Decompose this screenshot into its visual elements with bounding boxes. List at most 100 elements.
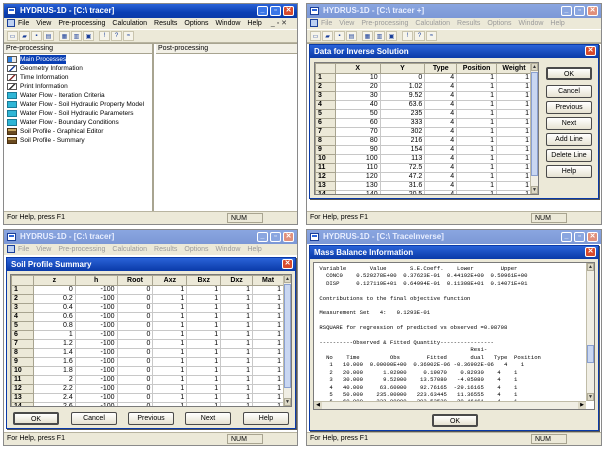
menu-options[interactable]: Options [184, 246, 208, 253]
table-cell[interactable]: 1 [186, 384, 222, 394]
previous-button[interactable]: Previous [128, 412, 174, 425]
maximize-icon[interactable]: ▫ [270, 6, 281, 16]
table-cell[interactable]: -100 [74, 357, 118, 367]
table-cell[interactable]: 1 [152, 357, 188, 367]
table-cell[interactable]: 4 [424, 190, 458, 194]
table-cell[interactable]: 0 [116, 330, 154, 340]
table-cell[interactable]: 1 [220, 294, 254, 304]
table-cell[interactable]: 1 [220, 303, 254, 313]
context-help-icon[interactable]: ? [414, 31, 425, 41]
table-cell[interactable]: 1 [186, 294, 222, 304]
about-icon[interactable]: ≈ [123, 31, 134, 41]
ok-button[interactable]: OK [432, 414, 478, 427]
help-button[interactable]: Help [546, 165, 592, 178]
table-cell[interactable]: 4 [424, 172, 458, 182]
table-cell[interactable]: -100 [74, 393, 118, 403]
dialog-title-bar[interactable]: Data for Inverse Solution ✕ [310, 45, 598, 58]
save-icon[interactable]: ▪ [31, 31, 42, 41]
menu-window[interactable]: Window [216, 246, 241, 253]
table-cell[interactable]: 1.4 [32, 348, 76, 358]
table-cell[interactable]: 1 [152, 375, 188, 385]
table-cell[interactable]: 63.6 [379, 100, 426, 110]
menu-help[interactable]: Help [247, 246, 261, 253]
table-cell[interactable]: 90 [334, 145, 381, 155]
table-cell[interactable]: 1 [456, 172, 498, 182]
table-cell[interactable]: 1 [252, 402, 284, 406]
new-file-icon[interactable]: ▭ [310, 31, 321, 41]
table-cell[interactable]: 30 [334, 91, 381, 101]
menu-file[interactable]: File [18, 246, 29, 253]
table-cell[interactable]: 1 [496, 190, 532, 194]
add-line-button[interactable]: Add Line [546, 133, 592, 146]
table-cell[interactable]: 1 [252, 321, 284, 331]
table-cell[interactable]: 1 [252, 393, 284, 403]
table-cell[interactable]: 20.5 [379, 190, 426, 194]
table-cell[interactable]: 1 [252, 285, 284, 295]
next-button[interactable]: Next [185, 412, 231, 425]
report-area[interactable]: Variable Value S.E.Coeff. Lower Upper CO… [313, 262, 595, 410]
table-cell[interactable]: 10 [334, 73, 381, 83]
table-cell[interactable]: -100 [74, 330, 118, 340]
table-cell[interactable]: 1 [186, 366, 222, 376]
table-cell[interactable]: 1 [186, 303, 222, 313]
table-cell[interactable]: 1 [456, 190, 498, 194]
cancel-button[interactable]: Cancel [71, 412, 117, 425]
table-cell[interactable]: 1 [252, 366, 284, 376]
table-cell[interactable]: 40 [334, 100, 381, 110]
table-cell[interactable]: -100 [74, 384, 118, 394]
table-cell[interactable]: -100 [74, 375, 118, 385]
table-cell[interactable]: 110 [334, 163, 381, 173]
table-cell[interactable]: 0 [116, 294, 154, 304]
table-cell[interactable]: 1 [456, 82, 498, 92]
table-cell[interactable]: 0.6 [32, 312, 76, 322]
table-cell[interactable]: 1 [496, 100, 532, 110]
table-cell[interactable]: 1 [496, 118, 532, 128]
table-cell[interactable]: 120 [334, 172, 381, 182]
table-cell[interactable]: 0 [116, 357, 154, 367]
minimize-icon[interactable]: _ [257, 6, 268, 16]
scroll-up-icon[interactable]: ▲ [284, 275, 291, 283]
table-cell[interactable]: 1 [456, 154, 498, 164]
tree-item[interactable]: Time Information [4, 73, 152, 82]
table-cell[interactable]: 1 [496, 73, 532, 83]
table-cell[interactable]: 1 [456, 73, 498, 83]
mdi-controls-icon[interactable]: _ ▫ ✕ [271, 19, 287, 27]
table-cell[interactable]: -100 [74, 348, 118, 358]
table-cell[interactable]: 1 [220, 384, 254, 394]
table-cell[interactable]: 1 [220, 393, 254, 403]
table-cell[interactable]: 1 [456, 136, 498, 146]
menu-view[interactable]: View [36, 20, 51, 27]
grid-icon[interactable]: ▦ [362, 31, 373, 41]
table-icon[interactable]: ▥ [374, 31, 385, 41]
maximize-icon[interactable]: ▫ [270, 232, 281, 242]
table-cell[interactable]: 154 [379, 145, 426, 155]
table-cell[interactable]: 0 [116, 393, 154, 403]
table-cell[interactable]: 4 [424, 127, 458, 137]
maximize-icon[interactable]: ▫ [574, 232, 585, 242]
table-cell[interactable]: 1 [456, 100, 498, 110]
table-cell[interactable]: 1 [220, 375, 254, 385]
table-cell[interactable]: 113 [379, 154, 426, 164]
window-title-bar[interactable]: HYDRUS-1D - [C:\ tracer] _ ▫ ✕ [4, 4, 297, 18]
menu-window[interactable]: Window [216, 20, 241, 27]
menu-help[interactable]: Help [247, 20, 261, 27]
table-cell[interactable]: 1 [152, 393, 188, 403]
menu-file[interactable]: File [18, 20, 29, 27]
table-cell[interactable]: -100 [74, 294, 118, 304]
table-cell[interactable]: 0 [116, 384, 154, 394]
run-icon[interactable]: ! [402, 31, 413, 41]
menu-calculation[interactable]: Calculation [415, 20, 450, 27]
cancel-button[interactable]: Cancel [546, 85, 592, 98]
table-cell[interactable]: 1 [186, 393, 222, 403]
table-cell[interactable]: 0 [116, 303, 154, 313]
table-cell[interactable]: 1 [456, 181, 498, 191]
menu-pre-processing[interactable]: Pre-processing [58, 246, 105, 253]
table-cell[interactable]: 0 [32, 285, 76, 295]
table-cell[interactable]: 1 [252, 339, 284, 349]
about-icon[interactable]: ≈ [426, 31, 437, 41]
table-cell[interactable]: 1 [496, 136, 532, 146]
table-cell[interactable]: 1 [456, 109, 498, 119]
table-cell[interactable]: 130 [334, 181, 381, 191]
table-cell[interactable]: 1 [252, 303, 284, 313]
table-cell[interactable]: 2.2 [32, 384, 76, 394]
